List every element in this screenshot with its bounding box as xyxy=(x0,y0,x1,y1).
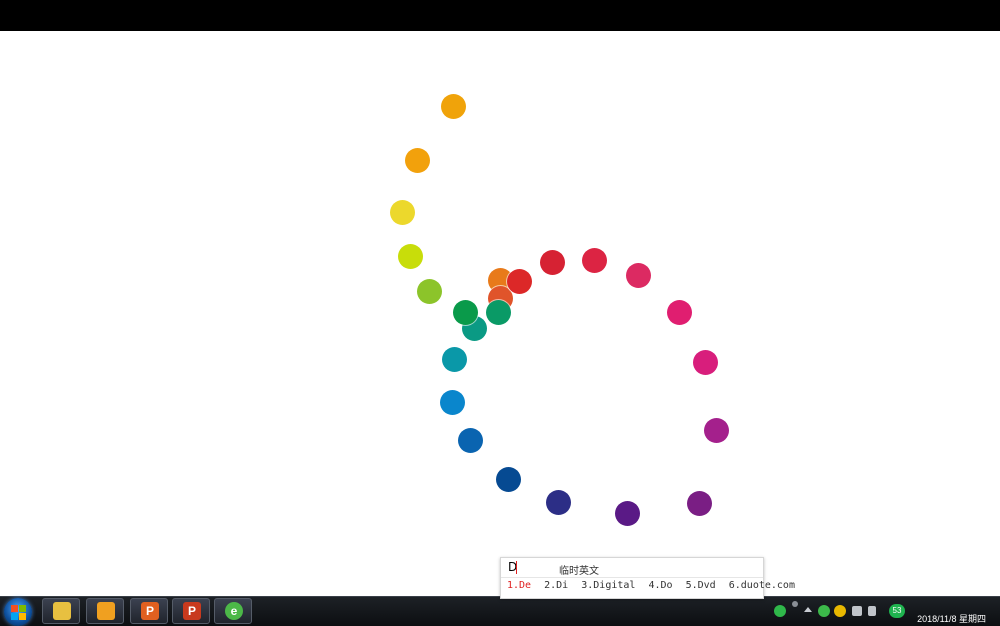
taskbar-app-powerpoint[interactable]: P xyxy=(172,598,210,624)
color-dot xyxy=(692,349,718,375)
clock[interactable]: 2018/11/8 星期四 xyxy=(917,612,986,625)
start-button[interactable] xyxy=(4,598,32,626)
volume-icon[interactable] xyxy=(868,606,876,616)
wps-glyph: P xyxy=(145,604,154,618)
color-dot xyxy=(416,278,442,304)
ime-candidate-list: 1.De 2.Di 3.Digital 4.Do 5.Dvd 6.duote.c… xyxy=(507,580,802,591)
wps-presentation-icon: P xyxy=(141,602,159,620)
animation-canvas xyxy=(0,31,1000,596)
ime-settings-icon[interactable] xyxy=(792,601,798,607)
color-dot xyxy=(703,417,729,443)
color-dot xyxy=(686,490,712,516)
top-black-bar xyxy=(0,0,1000,31)
image-viewer-icon xyxy=(97,602,115,620)
wechat-icon[interactable] xyxy=(818,605,830,617)
ime-composition-row: D 临时英文 xyxy=(501,558,763,578)
ime-candidate-popup: D 临时英文 1.De 2.Di 3.Digital 4.Do 5.Dvd 6.… xyxy=(500,557,795,599)
sogou-ime-icon[interactable] xyxy=(774,605,786,617)
taskbar: P P e 53 2018/11/8 星期四 xyxy=(0,596,1000,626)
color-dot xyxy=(441,346,467,372)
color-dot xyxy=(614,500,640,526)
color-dot xyxy=(389,199,415,225)
360-browser-icon: e xyxy=(225,602,243,620)
color-dot xyxy=(625,262,651,288)
color-dot xyxy=(439,389,465,415)
color-dot xyxy=(457,427,483,453)
network-icon[interactable] xyxy=(852,606,862,616)
security-icon[interactable] xyxy=(834,605,846,617)
powerpoint-icon: P xyxy=(183,602,201,620)
color-dot xyxy=(666,299,692,325)
color-dot xyxy=(404,147,430,173)
powerpoint-glyph: P xyxy=(187,604,196,618)
tray-badge[interactable]: 53 xyxy=(889,604,905,618)
color-dot xyxy=(485,299,511,325)
ime-candidate-4[interactable]: 4.Do xyxy=(648,580,672,591)
taskbar-app-browser[interactable]: e xyxy=(214,598,252,624)
color-dot xyxy=(495,466,521,492)
show-hidden-icons-icon[interactable] xyxy=(804,607,812,612)
color-dot xyxy=(506,268,532,294)
color-dot xyxy=(397,243,423,269)
windows-logo-quad xyxy=(19,605,26,612)
color-dot xyxy=(545,489,571,515)
ime-candidate-6[interactable]: 6.duote.com xyxy=(729,580,795,591)
system-tray: 53 2018/11/8 星期四 xyxy=(768,597,1000,626)
ime-candidate-3[interactable]: 3.Digital xyxy=(581,580,635,591)
taskbar-app-explorer[interactable] xyxy=(42,598,80,624)
browser-glyph: e xyxy=(230,604,238,618)
ime-candidate-1[interactable]: 1.De xyxy=(507,580,531,591)
color-dot xyxy=(440,93,466,119)
color-dot xyxy=(539,249,565,275)
color-dot xyxy=(581,247,607,273)
ime-mode-label: 临时英文 xyxy=(559,566,599,577)
windows-logo-quad xyxy=(11,613,18,620)
taskbar-app-wps-presentation[interactable]: P xyxy=(130,598,168,624)
color-dot xyxy=(452,299,478,325)
file-explorer-icon xyxy=(53,602,71,620)
ime-candidate-5[interactable]: 5.Dvd xyxy=(686,580,716,591)
ime-candidate-2[interactable]: 2.Di xyxy=(544,580,568,591)
windows-logo-quad xyxy=(19,613,26,620)
windows-logo-icon xyxy=(11,605,18,612)
taskbar-app-image-viewer[interactable] xyxy=(86,598,124,624)
ime-caret xyxy=(516,561,517,574)
